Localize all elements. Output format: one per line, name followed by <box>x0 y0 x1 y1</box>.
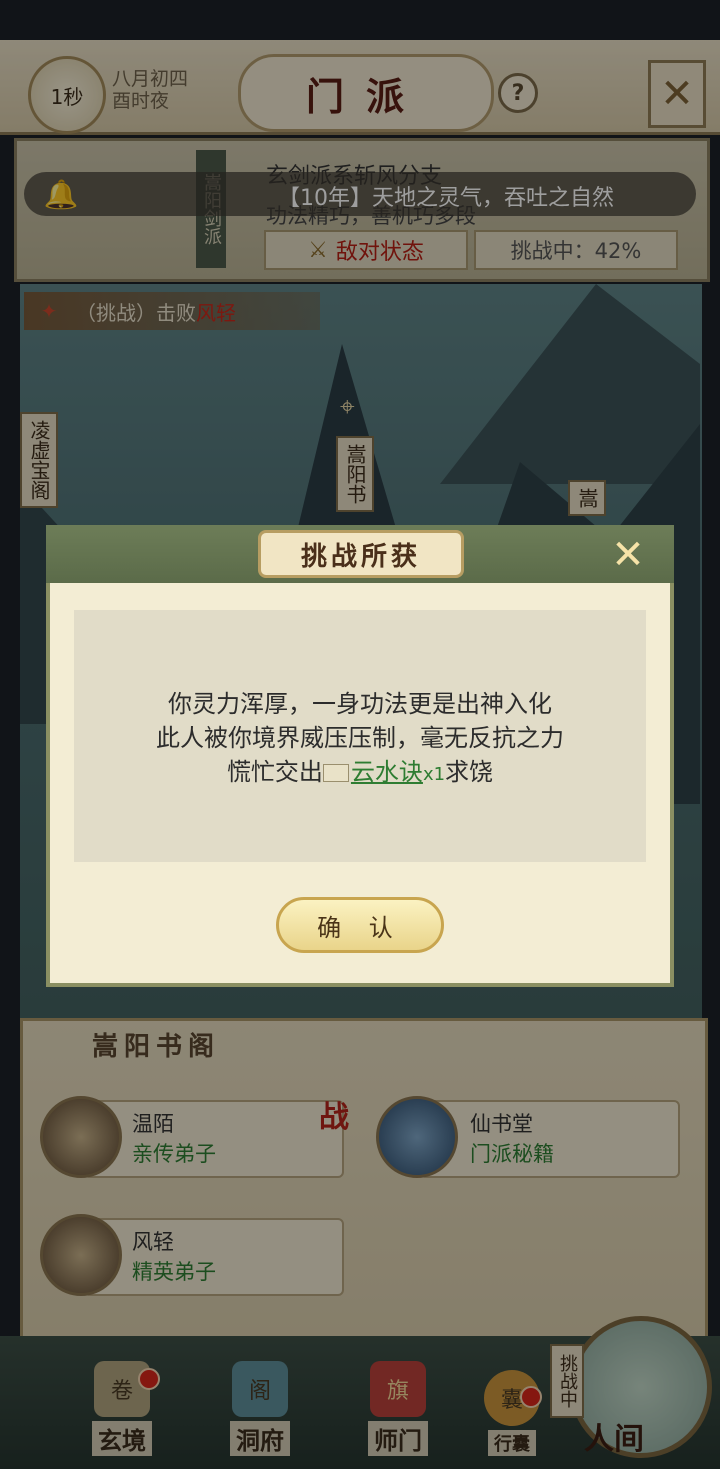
confirm-button[interactable]: 确 认 <box>276 897 444 953</box>
dialog-title: 挑战所获 <box>258 530 464 578</box>
scroll-icon <box>322 764 349 782</box>
reward-count: x1 <box>422 764 446 785</box>
close-icon[interactable]: ✕ <box>606 532 650 578</box>
dialog-message-line2: 此人被你境界威压压制，毫无反抗之力 <box>156 724 564 752</box>
dialog-message-line1: 你灵力浑厚，一身功法更是出神入化 <box>168 690 552 718</box>
reward-item-link[interactable]: 云水诀 <box>351 758 423 786</box>
reward-suffix: 求饶 <box>445 758 494 786</box>
reward-prefix: 慌忙交出 <box>226 758 323 786</box>
dialog-message-line3: 慌忙交出 云水诀x1求饶 <box>74 752 646 787</box>
